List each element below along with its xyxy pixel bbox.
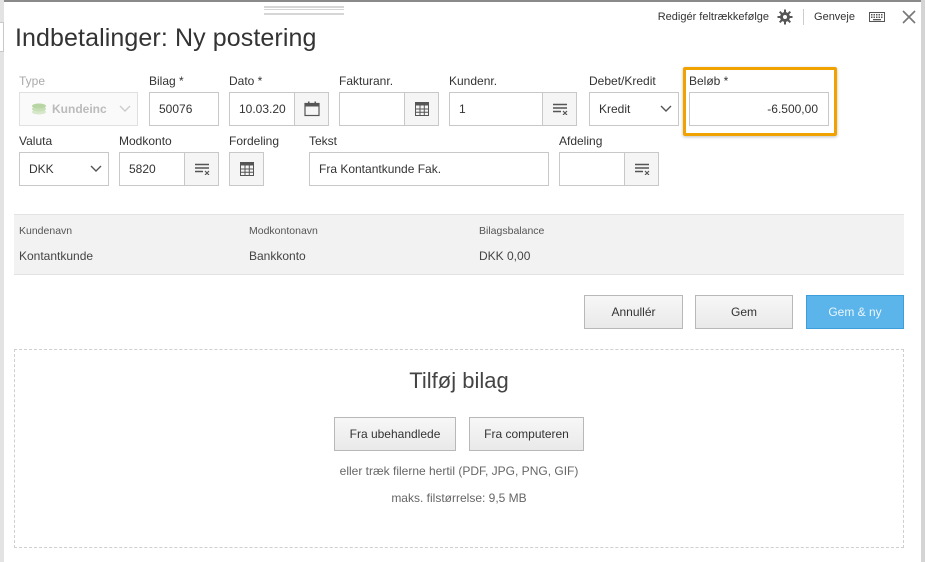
afdeling-input[interactable] — [559, 152, 659, 186]
dato-input[interactable]: 10.03.20 — [229, 92, 329, 126]
drag-hint-text: eller træk filerne hertil (PDF, JPG, PNG… — [339, 464, 579, 478]
bilag-label: Bilag * — [149, 74, 184, 88]
grid-icon[interactable] — [404, 93, 438, 125]
grid-icon — [230, 162, 263, 176]
valuta-label: Valuta — [19, 134, 53, 148]
list-icon[interactable] — [624, 153, 658, 185]
bilag-value: 50076 — [159, 102, 193, 116]
gear-icon[interactable] — [777, 9, 793, 25]
tekst-value: Fra Kontantkunde Fak. — [319, 162, 442, 176]
window-top-border — [0, 0, 925, 2]
kundenr-value: 1 — [459, 102, 466, 116]
left-panel-edge — [0, 0, 4, 562]
save-and-new-button[interactable]: Gem & ny — [806, 295, 904, 329]
edit-field-order-link[interactable]: Redigér feltrækkefølge — [658, 11, 769, 23]
save-button[interactable]: Gem — [695, 295, 793, 329]
bilagsbalance-value: DKK 0,00 — [479, 249, 531, 263]
kundenavn-block: Kundenavn Kontantkunde — [19, 225, 93, 263]
kundenr-label: Kundenr. — [449, 74, 498, 88]
close-icon[interactable] — [901, 9, 917, 25]
toolbar-divider — [803, 9, 805, 25]
bilagsbalance-block: Bilagsbalance DKK 0,00 — [479, 225, 544, 263]
tekst-label: Tekst — [309, 134, 338, 148]
debet-kredit-value: Kredit — [599, 102, 631, 116]
cancel-button[interactable]: Annullér — [584, 295, 683, 329]
attachment-title: Tilføj bilag — [409, 368, 509, 393]
type-select: Kundeinc — [19, 92, 138, 126]
left-panel-tab — [0, 22, 4, 52]
top-toolbar: Redigér feltrækkefølge Genveje — [658, 8, 917, 26]
from-unprocessed-button[interactable]: Fra ubehandlede — [334, 417, 456, 451]
valuta-select[interactable]: DKK — [19, 152, 109, 186]
summary-band: Kundenavn Kontantkunde Modkontonavn Bank… — [14, 214, 904, 275]
modkontonavn-label: Modkontonavn — [249, 225, 318, 237]
valuta-value: DKK — [29, 162, 54, 176]
dato-label: Dato * — [229, 74, 263, 88]
kundenavn-label: Kundenavn — [19, 225, 73, 237]
chevron-down-icon — [84, 165, 108, 173]
calendar-icon[interactable] — [294, 93, 328, 125]
attachment-dropzone[interactable]: Tilføj bilag Fra ubehandlede Fra compute… — [14, 349, 904, 548]
list-icon[interactable] — [184, 153, 218, 185]
right-scroll-edge — [921, 0, 925, 562]
fordeling-label: Fordeling — [229, 134, 280, 148]
dato-value: 10.03.20 — [239, 102, 286, 116]
fakturanr-input[interactable] — [339, 92, 439, 126]
fordeling-button[interactable] — [229, 152, 264, 186]
keyboard-icon[interactable] — [869, 9, 885, 25]
kundenr-input[interactable]: 1 — [449, 92, 577, 126]
modkonto-label: Modkonto — [119, 134, 172, 148]
bilag-input[interactable]: 50076 — [149, 92, 219, 126]
chevron-down-icon — [654, 105, 678, 113]
debet-kredit-select[interactable]: Kredit — [589, 92, 679, 126]
page-title: Indbetalinger: Ny postering — [15, 24, 317, 52]
debet-kredit-label: Debet/Kredit — [589, 74, 656, 88]
beloeb-label: Beløb * — [689, 74, 729, 88]
chevron-down-icon — [113, 105, 137, 113]
modkontonavn-value: Bankkonto — [249, 249, 306, 263]
fakturanr-label: Fakturanr. — [339, 74, 394, 88]
afdeling-label: Afdeling — [559, 134, 603, 148]
coin-icon — [30, 102, 48, 116]
max-size-text: maks. filstørrelse: 9,5 MB — [391, 491, 527, 505]
beloeb-input[interactable]: -6.500,00 — [689, 92, 829, 126]
tekst-input[interactable]: Fra Kontantkunde Fak. — [309, 152, 549, 186]
type-label: Type — [19, 74, 46, 88]
shortcuts-link[interactable]: Genveje — [814, 11, 855, 23]
from-computer-button[interactable]: Fra computeren — [469, 417, 584, 451]
type-value: Kundeinc — [52, 102, 107, 116]
modkontonavn-block: Modkontonavn Bankkonto — [249, 225, 318, 263]
beloeb-value: -6.500,00 — [767, 102, 818, 116]
kundenavn-value: Kontantkunde — [19, 249, 94, 263]
modkonto-value: 5820 — [129, 162, 156, 176]
modkonto-input[interactable]: 5820 — [119, 152, 219, 186]
list-icon[interactable] — [542, 93, 576, 125]
drag-handle[interactable] — [264, 6, 344, 15]
bilagsbalance-label: Bilagsbalance — [479, 225, 545, 237]
